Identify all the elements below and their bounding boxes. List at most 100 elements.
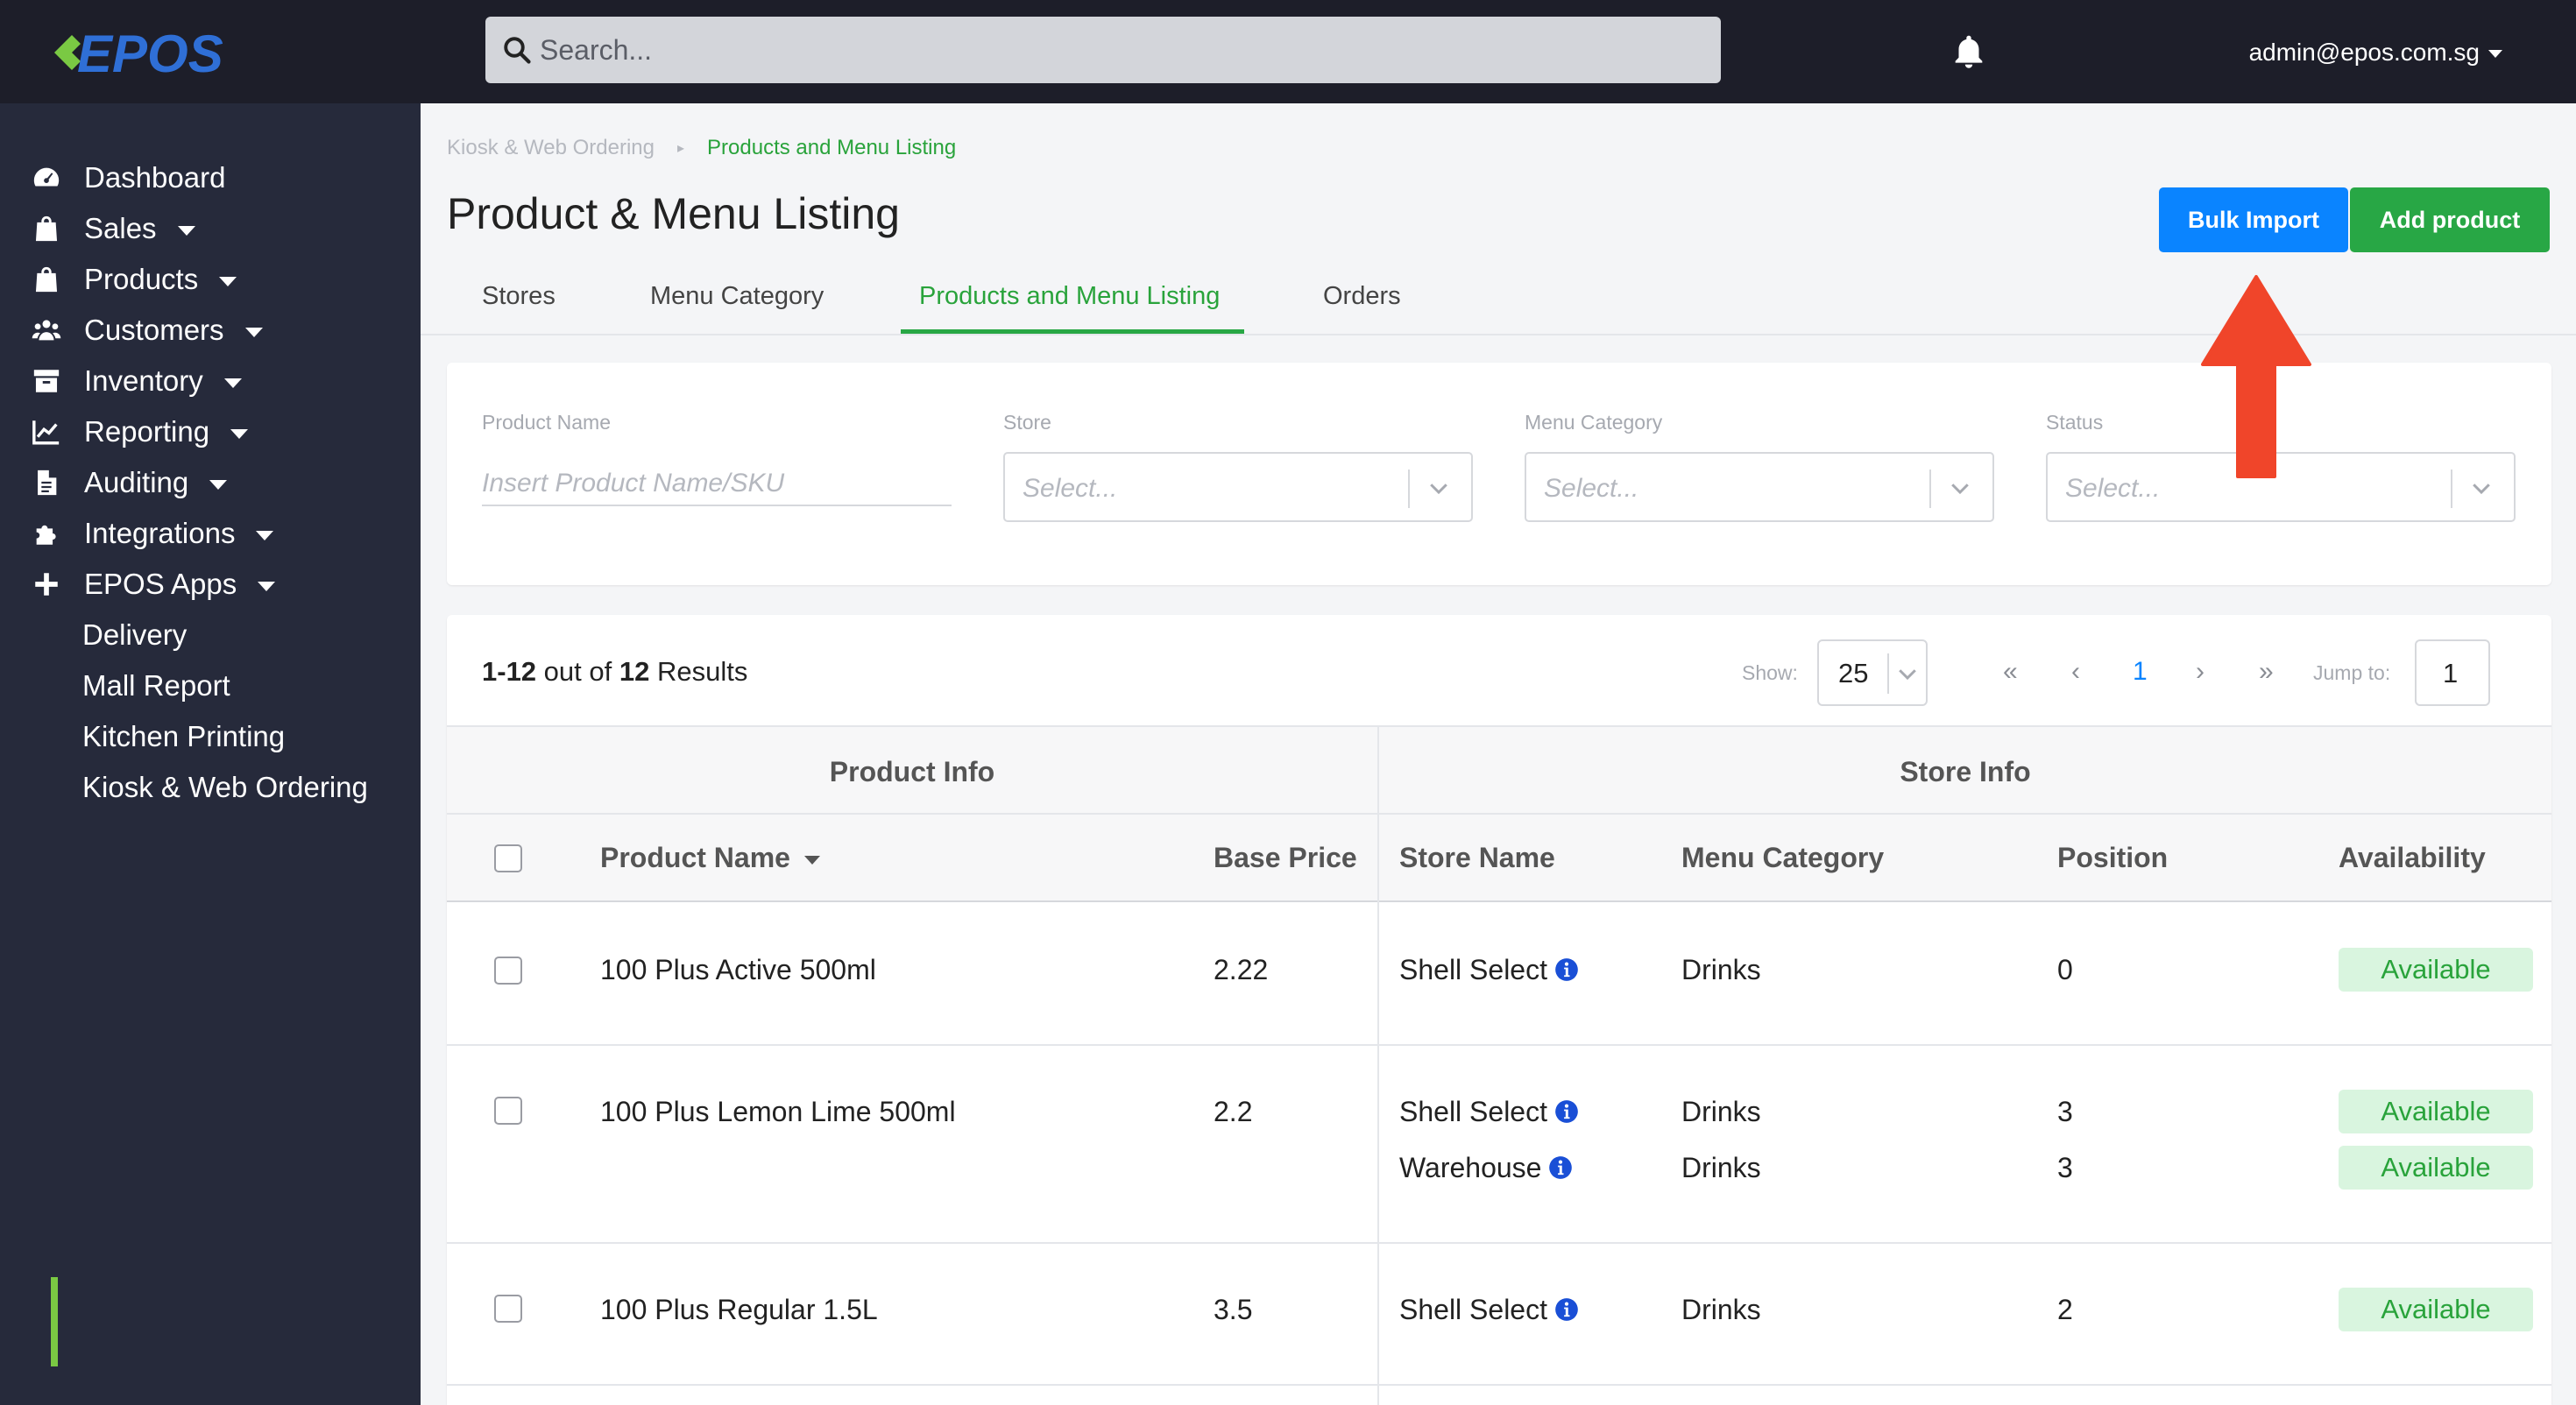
column-base-price: Base Price: [1214, 842, 1357, 873]
active-indicator: [51, 1277, 58, 1366]
bulk-import-button[interactable]: Bulk Import: [2159, 187, 2348, 252]
chevron-down-icon: [219, 276, 237, 286]
users-icon: [32, 320, 61, 341]
store-name: Warehouse: [1399, 1151, 1573, 1184]
product-name-input[interactable]: Insert Product Name/SKU: [482, 461, 952, 506]
page-size-select[interactable]: 25: [1817, 639, 1928, 706]
position: 2: [2057, 1294, 2073, 1325]
search-icon: [504, 37, 531, 64]
epos-logo[interactable]: EPOS: [51, 18, 261, 88]
next-page-button[interactable]: ›: [2196, 655, 2204, 688]
document-icon: [38, 470, 57, 496]
info-icon[interactable]: [1548, 1155, 1573, 1180]
store-name: Shell Select: [1399, 1095, 1579, 1128]
dashboard-icon: [33, 167, 60, 187]
row-checkbox[interactable]: [494, 1097, 522, 1125]
menu-category-label: Menu Category: [1525, 411, 1663, 434]
availability-badge[interactable]: Available: [2339, 948, 2533, 992]
column-product-name[interactable]: Product Name: [600, 841, 820, 874]
store-label: Store: [1003, 411, 1051, 434]
position: 0: [2057, 954, 2073, 985]
chevron-down-icon: [2488, 50, 2502, 59]
chevron-down-icon: [1430, 484, 1447, 495]
availability-badge[interactable]: Available: [2339, 1146, 2533, 1190]
tab-menu-category[interactable]: Menu Category: [650, 280, 824, 312]
column-store-name: Store Name: [1399, 842, 1555, 873]
table-row[interactable]: 100 Plus Active 500ml 2.22 Shell Select …: [447, 902, 2551, 1046]
table-row[interactable]: 100 Plus Lemon Lime 500ml 2.2 Shell Sele…: [447, 1046, 2551, 1244]
breadcrumb: Kiosk & Web Ordering ▸ Products and Menu L…: [447, 135, 956, 162]
search-input[interactable]: Search...: [540, 34, 652, 66]
store-name: Shell Select: [1399, 1293, 1579, 1326]
select-all-checkbox[interactable]: [494, 844, 522, 872]
table-row[interactable]: 100 Plus Regular 1.5L 3.5 Shell Select D…: [447, 1244, 2551, 1386]
chart-icon: [32, 420, 60, 445]
chevron-down-icon: [258, 581, 276, 591]
info-icon[interactable]: [1554, 957, 1579, 982]
current-page[interactable]: 1: [2133, 655, 2148, 688]
store-name: Shell Select: [1399, 953, 1579, 986]
chevron-down-icon: [1899, 669, 1916, 681]
last-page-button[interactable]: »: [2259, 655, 2274, 688]
product-info-header: Product Info: [447, 725, 1377, 815]
menu-category: Drinks: [1681, 1152, 1761, 1183]
tab-stores[interactable]: Stores: [482, 280, 556, 312]
chevron-down-icon: [230, 428, 249, 439]
store-select[interactable]: Select...: [1003, 452, 1473, 522]
shopping-bag-icon: [35, 266, 58, 293]
breadcrumb-current: Products and Menu Listing: [707, 136, 957, 159]
svg-text:EPOS: EPOS: [77, 25, 223, 83]
position: 3: [2057, 1096, 2073, 1127]
chevron-down-icon: [244, 327, 263, 337]
row-checkbox[interactable]: [494, 1295, 522, 1323]
prev-page-button[interactable]: ‹: [2071, 655, 2080, 688]
chevron-down-icon: [177, 225, 195, 236]
page-title: Product & Menu Listing: [447, 189, 900, 238]
info-icon[interactable]: [1554, 1297, 1579, 1322]
puzzle-icon: [36, 525, 56, 545]
tab-orders[interactable]: Orders: [1323, 280, 1401, 312]
chevron-down-icon: [223, 378, 242, 388]
first-page-button[interactable]: «: [2003, 655, 2018, 688]
column-menu-category: Menu Category: [1681, 842, 1885, 873]
bell-icon[interactable]: [1949, 32, 1989, 72]
product-name[interactable]: 100 Plus Active 500ml: [600, 953, 876, 986]
menu-category: Drinks: [1681, 1294, 1761, 1325]
menu-category: Drinks: [1681, 954, 1761, 985]
sort-desc-icon: [803, 855, 820, 865]
product-name[interactable]: 100 Plus Regular 1.5L: [600, 1293, 878, 1326]
chevron-down-icon: [2473, 484, 2490, 495]
position: 3: [2057, 1152, 2073, 1183]
row-checkbox[interactable]: [494, 957, 522, 985]
annotation-arrow-icon: [2201, 275, 2311, 478]
column-position: Position: [2057, 842, 2169, 873]
archive-icon: [33, 370, 60, 392]
sidebar-item-kiosk-web-ordering[interactable]: Kiosk & Web Ordering: [0, 752, 421, 822]
results-count: 1-12 out of 12 Results: [482, 656, 748, 687]
breadcrumb-parent[interactable]: Kiosk & Web Ordering: [447, 136, 655, 159]
status-label: Status: [2046, 411, 2104, 434]
search-bar[interactable]: Search...: [485, 17, 1721, 83]
jump-to-input[interactable]: 1: [2415, 639, 2490, 706]
chevron-down-icon: [1951, 484, 1969, 495]
user-menu[interactable]: admin@epos.com.sg: [2249, 37, 2502, 68]
product-name[interactable]: 100 Plus Lemon Lime 500ml: [600, 1095, 956, 1128]
plus-icon: [35, 573, 58, 596]
tab-products-and-menu-listing[interactable]: Products and Menu Listing: [919, 280, 1220, 312]
show-label: Show:: [1742, 661, 1798, 684]
chevron-down-icon: [209, 479, 228, 490]
availability-badge[interactable]: Available: [2339, 1288, 2533, 1331]
info-icon[interactable]: [1554, 1099, 1579, 1124]
results-panel: 1-12 out of 12 Results Show: 25 « ‹ 1 › …: [447, 615, 2551, 1405]
menu-category-select[interactable]: Select...: [1525, 452, 1994, 522]
product-name-label: Product Name: [482, 411, 612, 434]
base-price: 2.2: [1214, 1096, 1253, 1127]
jump-to-label: Jump to:: [2313, 661, 2391, 684]
add-product-button[interactable]: Add product: [2350, 187, 2550, 252]
menu-category: Drinks: [1681, 1096, 1761, 1127]
sidebar: Dashboard Sales Products Customers Inven…: [0, 103, 421, 1405]
base-price: 3.5: [1214, 1294, 1253, 1325]
availability-badge[interactable]: Available: [2339, 1090, 2533, 1133]
table-header-row: Product Name Base Price Store Name Menu …: [447, 815, 2551, 902]
base-price: 2.22: [1214, 954, 1269, 985]
